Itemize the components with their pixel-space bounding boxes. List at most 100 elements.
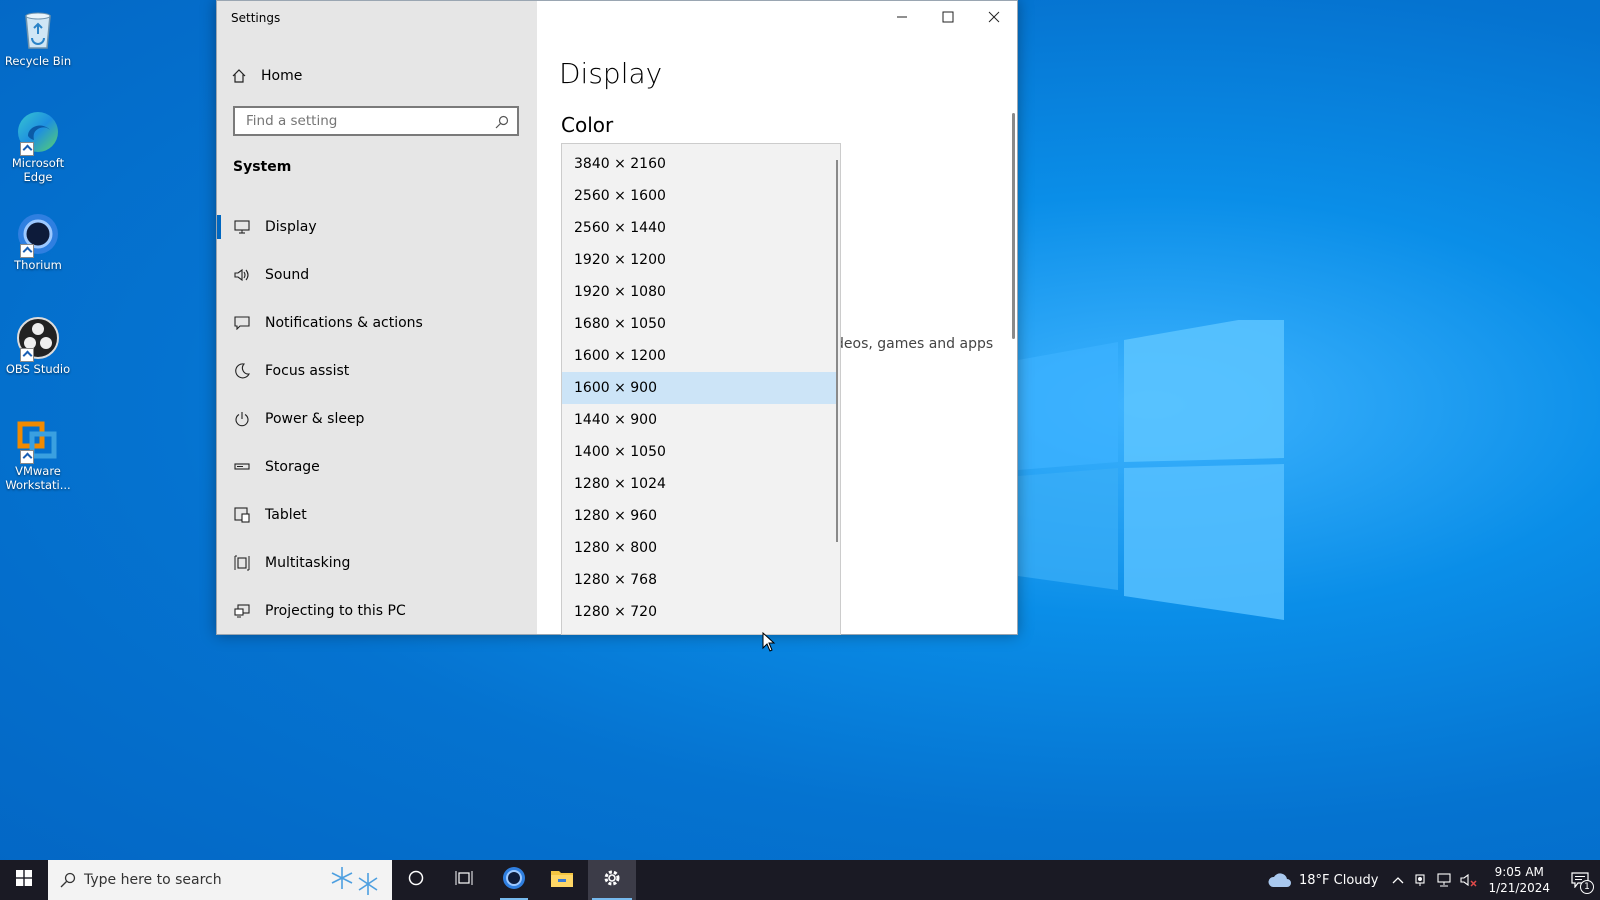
nav-item-projecting[interactable]: Projecting to this PC — [217, 587, 537, 635]
nav-label: Power & sleep — [265, 411, 365, 427]
content-scrollbar[interactable] — [1012, 113, 1015, 339]
nav-item-storage[interactable]: Storage — [217, 443, 537, 491]
edge-icon — [16, 110, 60, 156]
resolution-option[interactable]: 1280 × 1024 — [562, 468, 838, 500]
dropdown-scrollbar[interactable] — [836, 160, 838, 542]
resolution-option-selected[interactable]: 1600 × 900 — [562, 372, 838, 404]
desktop-icon-obs[interactable]: OBS Studio — [4, 316, 72, 376]
file-explorer-icon — [550, 868, 574, 892]
taskbar-thorium[interactable] — [490, 860, 538, 900]
resolution-option[interactable]: 3840 × 2160 — [562, 148, 838, 180]
resolution-option[interactable]: 1280 × 720 — [562, 596, 838, 628]
task-view-icon — [455, 870, 473, 890]
task-view-button[interactable] — [440, 860, 488, 900]
nav-item-tablet[interactable]: Tablet — [217, 491, 537, 539]
search-icon — [60, 872, 76, 888]
nav-item-display[interactable]: Display — [217, 203, 537, 251]
maximize-icon — [942, 8, 954, 27]
resolution-dropdown-list[interactable]: 3840 × 2160 2560 × 1600 2560 × 1440 1920… — [561, 143, 841, 635]
recycle-bin-icon — [16, 8, 60, 52]
desktop-icon-edge[interactable]: Microsoft Edge — [4, 110, 72, 184]
nav-label: Focus assist — [265, 363, 350, 379]
resolution-option[interactable]: 2560 × 1440 — [562, 212, 838, 244]
settings-content: Display Color deos, games and apps s 384… — [537, 1, 1017, 635]
resolution-option[interactable]: 1400 × 1050 — [562, 436, 838, 468]
desktop-icon-thorium[interactable]: Thorium — [4, 212, 72, 272]
settings-nav: Display Sound Notifications & actions Fo… — [217, 203, 537, 635]
color-heading: Color — [561, 113, 614, 137]
snowflake-search-highlight-icon — [324, 863, 384, 897]
settings-sidebar: Settings Home System Display Sound — [217, 1, 537, 634]
search-icon — [495, 114, 509, 133]
desktop-icon-vmware[interactable]: VMware Workstati... — [4, 418, 72, 492]
resolution-option[interactable]: 1920 × 1080 — [562, 276, 838, 308]
cortana-circle-icon — [408, 870, 424, 890]
power-icon — [233, 410, 251, 428]
desktop-icon-label: Recycle Bin — [4, 54, 72, 68]
resolution-option[interactable]: 1600 × 1200 — [562, 340, 838, 372]
obs-studio-icon — [16, 316, 60, 362]
desktop-icon-recycle-bin[interactable]: Recycle Bin — [4, 8, 72, 68]
start-button[interactable] — [0, 860, 48, 900]
windows-wallpaper-logo — [1018, 320, 1284, 620]
resolution-options: 3840 × 2160 2560 × 1600 2560 × 1440 1920… — [562, 148, 838, 628]
resolution-option[interactable]: 1440 × 900 — [562, 404, 838, 436]
nav-item-power-sleep[interactable]: Power & sleep — [217, 395, 537, 443]
home-icon — [231, 68, 247, 84]
network-icon[interactable] — [1436, 873, 1452, 887]
shortcut-arrow-icon — [20, 348, 34, 362]
find-setting-input[interactable] — [244, 112, 488, 130]
clock[interactable]: 9:05 AM 1/21/2024 — [1488, 864, 1550, 896]
resolution-option[interactable]: 2560 × 1600 — [562, 180, 838, 212]
taskbar-settings[interactable] — [588, 860, 636, 900]
maximize-button[interactable] — [925, 1, 971, 33]
section-label-system: System — [233, 159, 292, 175]
resolution-option[interactable]: 1920 × 1200 — [562, 244, 838, 276]
speaker-icon — [233, 266, 251, 284]
desktop-icon-label: Microsoft Edge — [11, 156, 65, 184]
taskbar-search-box[interactable]: Type here to search — [48, 860, 392, 900]
windows-start-icon — [16, 870, 32, 890]
nav-label: Tablet — [265, 507, 307, 523]
nav-item-multitasking[interactable]: Multitasking — [217, 539, 537, 587]
nav-label: Storage — [265, 459, 320, 475]
taskbar-file-explorer[interactable] — [538, 860, 586, 900]
monitor-icon — [233, 218, 251, 236]
home-label: Home — [261, 68, 303, 84]
taskbar: Type here to search 18°F Cloudy 9:05 AM … — [0, 860, 1600, 900]
nav-label: Sound — [265, 267, 310, 283]
nav-label: Projecting to this PC — [265, 603, 406, 619]
shortcut-arrow-icon — [20, 142, 34, 156]
weather-cloud-icon[interactable] — [1267, 872, 1293, 888]
home-link[interactable]: Home — [231, 65, 302, 87]
clock-time: 9:05 AM — [1494, 865, 1544, 879]
mouse-cursor-icon — [762, 632, 776, 652]
thorium-icon — [16, 212, 60, 258]
notification-count-badge: 1 — [1580, 880, 1594, 894]
storage-icon — [233, 458, 251, 476]
cortana-button[interactable] — [392, 860, 440, 900]
system-tray: 18°F Cloudy 9:05 AM 1/21/2024 1 — [1267, 860, 1600, 900]
window-controls — [879, 1, 1017, 33]
notification-center-button[interactable]: 1 — [1560, 860, 1600, 900]
window-title: Settings — [231, 11, 281, 25]
nav-item-notifications[interactable]: Notifications & actions — [217, 299, 537, 347]
resolution-option[interactable]: 1680 × 1050 — [562, 308, 838, 340]
obscured-description-text: deos, games and apps — [835, 336, 994, 352]
desktop-icon-label: VMware Workstati... — [5, 464, 71, 492]
page-title: Display — [559, 57, 663, 90]
nav-item-focus-assist[interactable]: Focus assist — [217, 347, 537, 395]
volume-muted-icon[interactable] — [1460, 873, 1478, 887]
resolution-option[interactable]: 1280 × 800 — [562, 532, 838, 564]
close-button[interactable] — [971, 1, 1017, 33]
multitasking-icon — [233, 554, 251, 572]
weather-text[interactable]: 18°F Cloudy — [1299, 873, 1378, 888]
minimize-button[interactable] — [879, 1, 925, 33]
resolution-option[interactable]: 1280 × 960 — [562, 500, 838, 532]
chevron-up-icon[interactable] — [1392, 876, 1404, 884]
find-setting-box[interactable] — [233, 106, 519, 136]
resolution-option[interactable]: 1280 × 768 — [562, 564, 838, 596]
meet-now-icon[interactable] — [1414, 873, 1428, 887]
gear-icon — [602, 868, 622, 892]
nav-item-sound[interactable]: Sound — [217, 251, 537, 299]
